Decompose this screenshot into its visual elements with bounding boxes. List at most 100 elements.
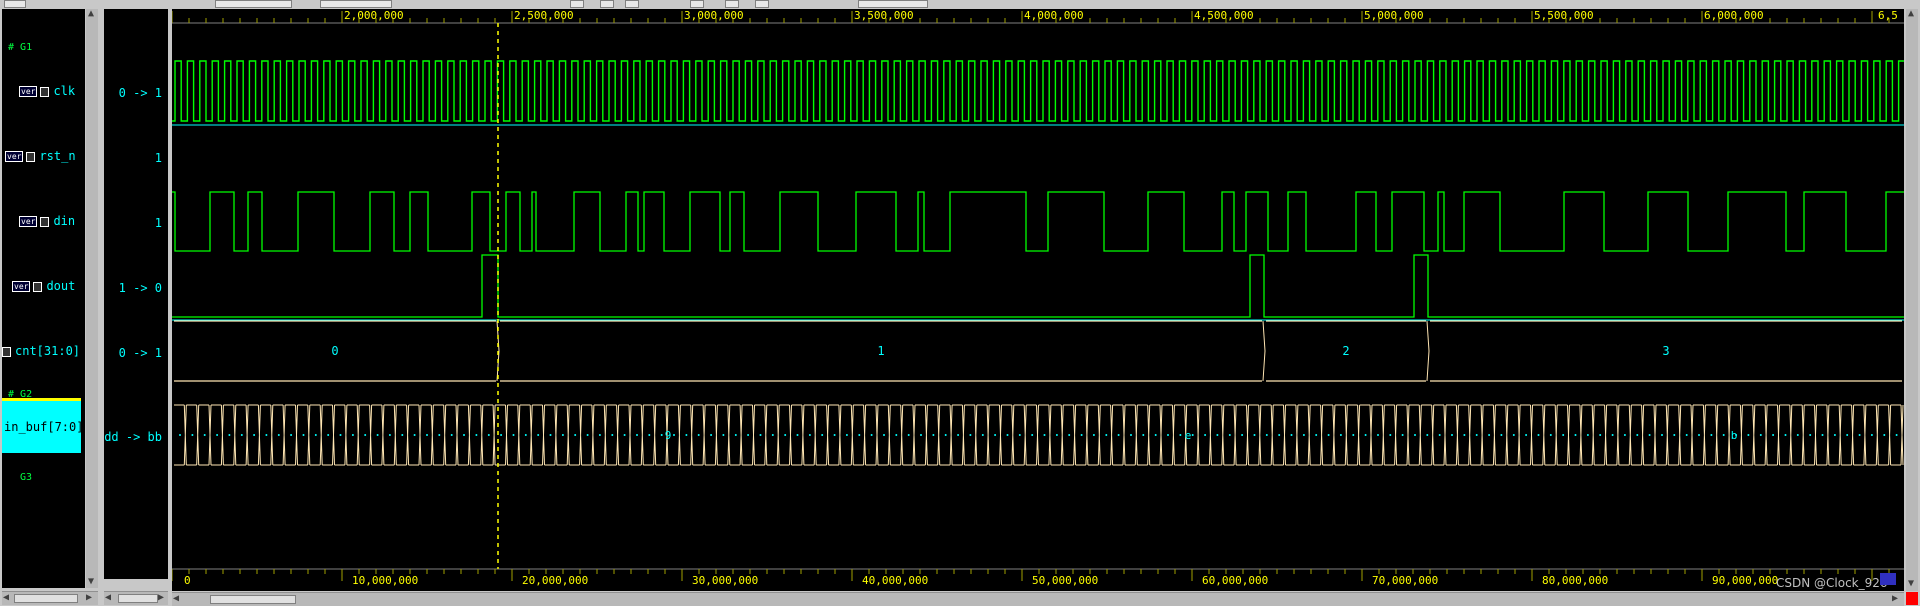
waveforms: 0 1 2 3 9 e b	[172, 60, 1904, 466]
in-buf-dot	[1204, 434, 1207, 436]
cnt-bus-transition	[1426, 320, 1430, 382]
signal-row-din[interactable]: ver din	[19, 214, 75, 228]
toolbar-field[interactable]	[215, 0, 292, 8]
cnt-value-label: 2	[1342, 344, 1349, 358]
toolbar-field[interactable]	[320, 0, 392, 8]
in-buf-dot	[1549, 434, 1552, 436]
in-buf-dot	[1611, 434, 1614, 436]
value-dout: 1 -> 0	[118, 281, 162, 295]
toolbar-field[interactable]	[858, 0, 928, 8]
in-buf-dot	[1302, 434, 1305, 436]
signal-name: rst_n	[39, 149, 76, 163]
in-buf-dot	[1438, 434, 1441, 436]
in-buf-dot	[660, 434, 663, 436]
bottom-ruler-label: 80,000,000	[1542, 574, 1609, 587]
scroll-thumb[interactable]	[14, 594, 78, 603]
in-buf-dot	[1080, 434, 1083, 436]
toolbar-button[interactable]	[755, 0, 769, 8]
in-buf-dot	[1722, 434, 1725, 436]
verilog-badge: ver	[12, 281, 31, 292]
in-buf-dot	[426, 434, 428, 436]
toolbar-button[interactable]	[625, 0, 639, 8]
in-buf-dot	[1167, 434, 1169, 436]
in-buf-dot	[314, 434, 317, 436]
in-buf-dot	[302, 434, 305, 436]
scroll-left-arrow-icon[interactable]: ◀	[105, 593, 111, 603]
cnt-value-label: 0	[331, 344, 338, 358]
in-buf-value-label: b	[1731, 429, 1738, 442]
in-buf-dot	[351, 434, 354, 436]
in-buf-dot	[401, 434, 404, 436]
lock-icon	[2, 346, 11, 357]
in-buf-dot	[1858, 434, 1861, 436]
in-buf-dot	[932, 434, 935, 436]
in-buf-dot	[512, 434, 515, 436]
in-buf-dot	[1623, 434, 1626, 436]
lock-icon	[40, 86, 50, 97]
toolbar	[0, 0, 1920, 8]
cnt-bus-transition	[1262, 320, 1266, 382]
wave-panel-hscroll[interactable]: ◀ ▶	[172, 592, 1904, 606]
in-buf-dot	[327, 434, 330, 436]
in-buf-dot	[1018, 434, 1021, 436]
value-panel-hscroll[interactable]: ◀ ▶	[104, 591, 168, 605]
bottom-ruler-label: 50,000,000	[1032, 574, 1099, 587]
scroll-down-arrow-icon[interactable]: ▼	[88, 577, 94, 587]
scroll-up-arrow-icon[interactable]: ▲	[1908, 9, 1914, 19]
scroll-up-arrow-icon[interactable]: ▲	[88, 9, 94, 19]
toolbar-button[interactable]	[600, 0, 614, 8]
toolbar-button[interactable]	[4, 0, 26, 8]
scroll-right-arrow-icon[interactable]: ▶	[86, 593, 92, 603]
in-buf-dot	[1451, 434, 1453, 436]
in-buf-dot	[1796, 434, 1799, 436]
in-buf-dot	[870, 434, 873, 436]
in-buf-dot	[240, 434, 243, 436]
signal-name: in_buf[7:0]	[4, 420, 84, 434]
in-buf-dot	[179, 434, 181, 436]
in-buf-dot	[1537, 434, 1540, 436]
signal-row-rst-n[interactable]: ver rst_n	[5, 149, 76, 163]
toolbar-button[interactable]	[690, 0, 704, 8]
in-buf-dot	[784, 434, 787, 436]
scroll-left-arrow-icon[interactable]: ◀	[3, 593, 9, 603]
scroll-left-arrow-icon[interactable]: ◀	[173, 594, 179, 604]
waveform-canvas[interactable]: 0 1 2 3 9 e b	[171, 9, 1904, 591]
in-buf-dot	[228, 434, 231, 436]
signal-panel-hscroll[interactable]: ◀ ▶	[2, 591, 98, 605]
verilog-badge: ver	[19, 86, 38, 97]
in-buf-dot	[1685, 434, 1688, 436]
scroll-right-arrow-icon[interactable]: ▶	[158, 593, 164, 603]
scroll-down-arrow-icon[interactable]: ▼	[1908, 579, 1914, 589]
signal-row-dout[interactable]: ver dout	[12, 279, 75, 293]
in-buf-dot	[500, 434, 503, 436]
signal-row-cnt[interactable]: cnt[31:0]	[2, 344, 80, 358]
in-buf-dot	[1809, 434, 1812, 436]
watermark: CSDN @Clock_926	[1776, 576, 1888, 590]
scroll-thumb[interactable]	[210, 595, 296, 604]
in-buf-dot	[549, 434, 552, 436]
toolbar-button[interactable]	[570, 0, 584, 8]
wave-panel-vscroll[interactable]: ▲ ▼	[1906, 9, 1918, 591]
waveform-panel[interactable]: 0 1 2 3 9 e b 2,000,000 2,500,000 3,000,000 3,…	[171, 9, 1904, 591]
signal-panel-vscroll[interactable]: ▲ ▼	[86, 9, 98, 588]
in-buf-dot	[1895, 434, 1898, 436]
toolbar-button[interactable]	[725, 0, 739, 8]
signal-row-in-buf[interactable]: in_buf[7:0]	[2, 401, 84, 453]
in-buf-dot	[475, 434, 478, 436]
in-buf-dot	[710, 434, 713, 436]
in-buf-dot	[1599, 434, 1602, 436]
in-buf-dot	[1883, 434, 1886, 436]
bottom-ruler-label: 10,000,000	[352, 574, 419, 587]
scroll-right-arrow-icon[interactable]: ▶	[1892, 594, 1898, 604]
top-ruler-label: 6,000,000	[1704, 9, 1764, 22]
scroll-thumb[interactable]	[118, 594, 158, 603]
in-buf-dot	[1401, 434, 1404, 436]
in-buf-dot	[1216, 434, 1219, 436]
signal-row-clk[interactable]: ver clk	[19, 84, 75, 98]
in-buf-dot	[1179, 434, 1182, 436]
signal-name: cnt[31:0]	[15, 344, 81, 358]
in-buf-dot	[771, 434, 774, 436]
in-buf-dot	[1772, 434, 1775, 436]
in-buf-dot	[957, 434, 960, 436]
in-buf-dot	[1278, 434, 1281, 436]
